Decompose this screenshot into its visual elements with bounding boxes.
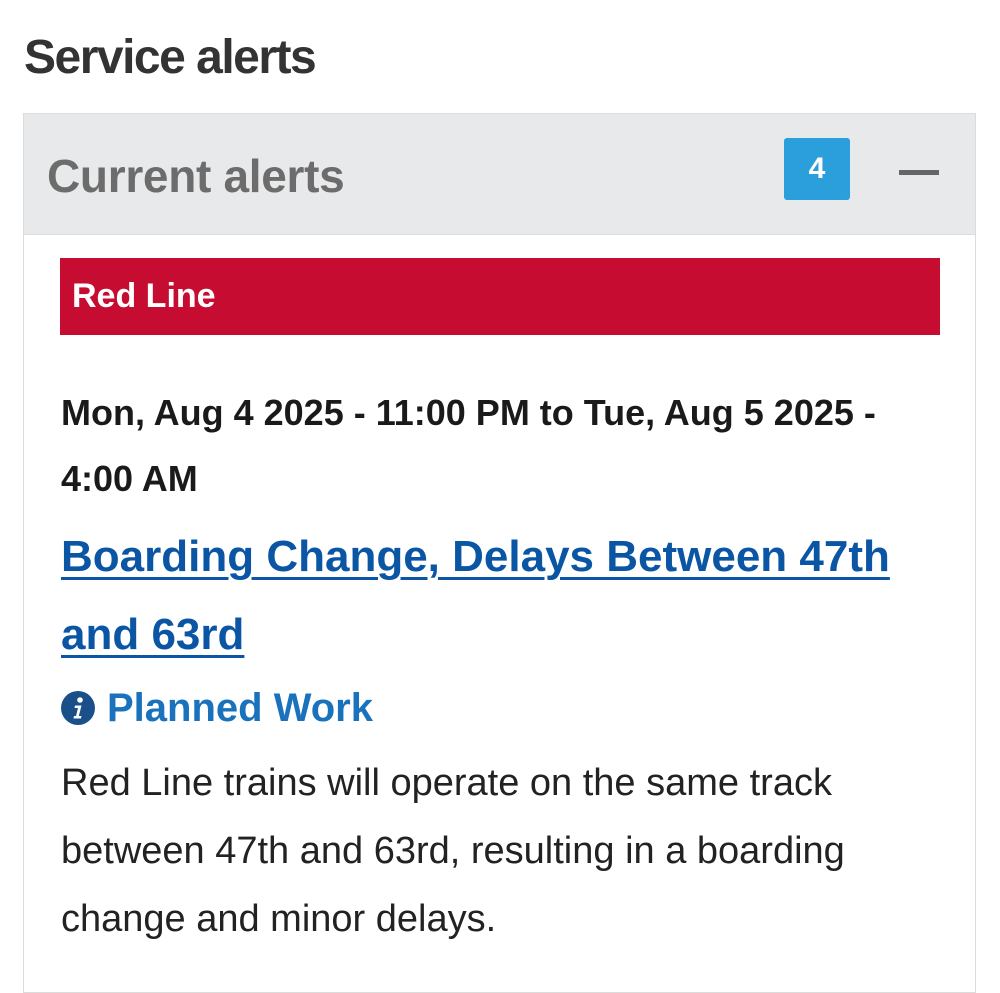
- alert-type-label: Planned Work: [107, 686, 373, 730]
- alert-description: Red Line trains will operate on the same…: [61, 762, 845, 940]
- current-alerts-header[interactable]: Current alerts 4: [24, 114, 975, 235]
- minus-icon[interactable]: [896, 148, 944, 192]
- info-icon: [61, 691, 95, 725]
- page-title: Service alerts: [24, 31, 317, 84]
- alert-date-range: Mon, Aug 4 2025 - 11:00 PM to Tue, Aug 5…: [61, 392, 876, 499]
- alert-headline-link[interactable]: Boarding Change, Delays Between 47th and…: [61, 518, 931, 674]
- alert-type: Planned Work: [61, 684, 373, 732]
- alert-count-badge: 4: [784, 138, 850, 200]
- route-banner: Red Line: [60, 258, 940, 335]
- current-alerts-panel: Current alerts 4 Red Line Mon, Aug 4 202…: [23, 113, 976, 993]
- panel-title: Current alerts: [47, 150, 345, 202]
